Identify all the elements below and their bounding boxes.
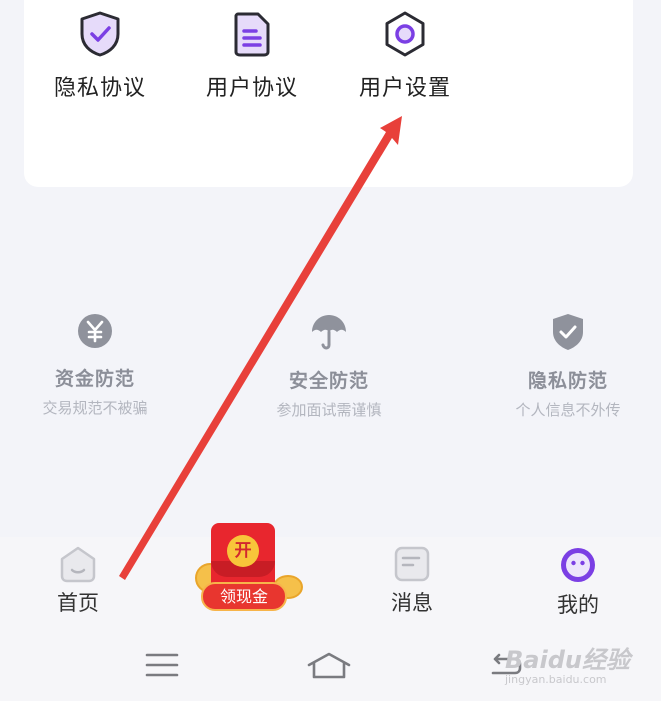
interview-safety-tip: 安全防范 参加面试需谨慎 — [234, 312, 424, 420]
privacy-safety-title: 隐私防范 — [527, 370, 608, 392]
user-settings-button[interactable]: 用户设置 — [330, 10, 480, 102]
tab-messages-label: 消息 — [391, 591, 433, 615]
privacy-safety-subtitle: 个人信息不外传 — [515, 401, 621, 419]
menu-icon[interactable] — [145, 651, 179, 679]
get-cash-label: 领现金 — [201, 582, 287, 611]
tab-mine-label: 我的 — [557, 593, 599, 617]
get-cash-button[interactable]: 开 领现金 — [195, 523, 305, 619]
smiley-profile-icon — [561, 548, 595, 582]
agreements-card: 隐私协议 用户协议 用户设置 — [24, 0, 633, 187]
interview-safety-subtitle: 参加面试需谨慎 — [276, 401, 382, 419]
user-settings-label: 用户设置 — [358, 76, 451, 101]
user-agreement-button[interactable]: 用户协议 — [177, 10, 327, 102]
fund-safety-subtitle: 交易规范不被骗 — [42, 399, 148, 417]
yen-coin-icon — [78, 314, 112, 348]
tab-home-label: 首页 — [57, 591, 99, 615]
fund-safety-tip: 资金防范 交易规范不被骗 — [0, 312, 190, 418]
shield-check-icon — [553, 314, 583, 350]
home-nav-icon[interactable] — [306, 651, 352, 681]
shield-check-icon — [80, 11, 120, 57]
privacy-agreement-button[interactable]: 隐私协议 — [25, 10, 175, 102]
tab-messages[interactable]: 消息 — [352, 545, 472, 617]
umbrella-icon — [312, 315, 346, 350]
document-icon — [234, 12, 270, 57]
interview-safety-title: 安全防范 — [288, 370, 369, 392]
watermark: Baidu经验 jingyan.baidu.com — [505, 640, 635, 686]
watermark-brand: Baidu经验 — [505, 646, 630, 674]
privacy-safety-tip: 隐私防范 个人信息不外传 — [473, 312, 661, 420]
privacy-agreement-label: 隐私协议 — [53, 76, 146, 101]
settings-hexagon-icon — [385, 11, 425, 57]
tab-mine[interactable]: 我的 — [518, 545, 638, 619]
home-icon — [60, 546, 96, 583]
message-icon — [394, 546, 430, 582]
tab-home[interactable]: 首页 — [18, 545, 138, 617]
user-agreement-label: 用户协议 — [205, 76, 298, 101]
bottom-tab-bar: 首页 消息 我的 — [0, 537, 661, 629]
fund-safety-title: 资金防范 — [54, 368, 135, 390]
open-badge: 开 — [227, 535, 259, 567]
